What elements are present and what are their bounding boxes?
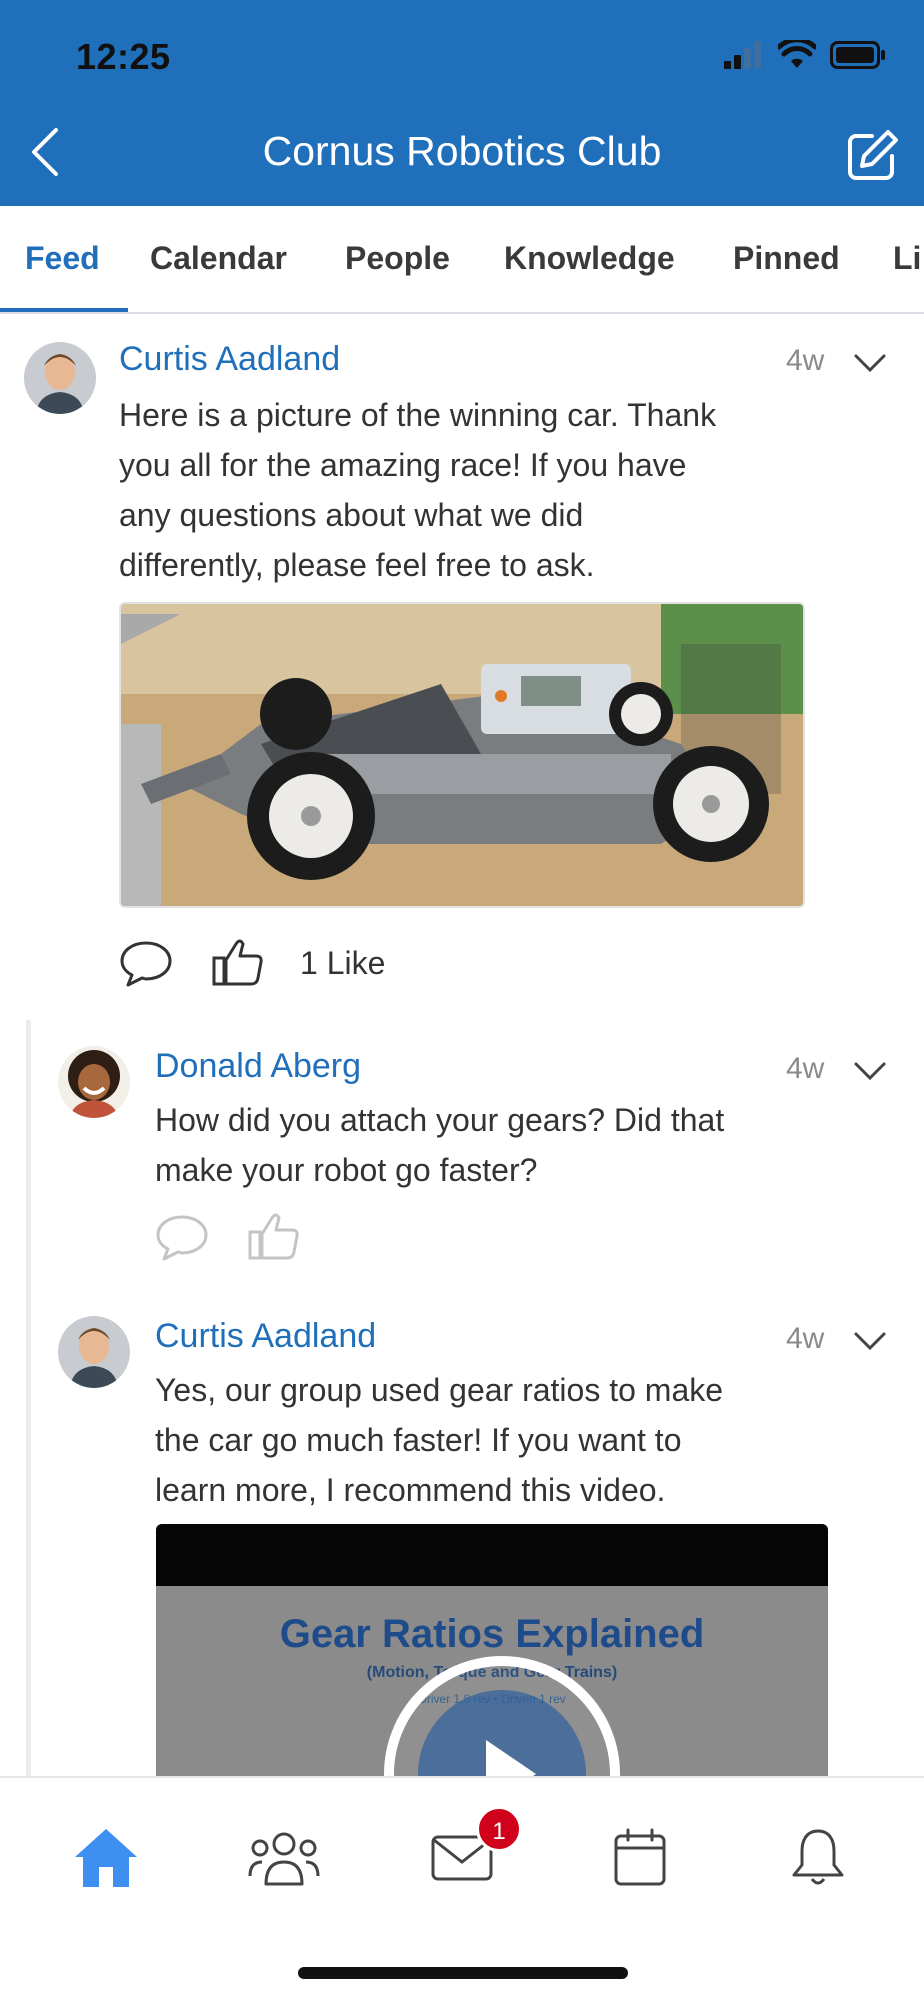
home-icon: [75, 1829, 137, 1887]
thread-line: [26, 1020, 31, 1776]
tab-li[interactable]: Li: [893, 240, 921, 277]
home-indicator: [298, 1967, 628, 1979]
reply-actions: [154, 1212, 302, 1262]
chevron-down-icon[interactable]: [852, 1330, 888, 1354]
reply-body: How did you attach your gears? Did that …: [155, 1102, 725, 1188]
reply-author[interactable]: Curtis Aadland: [155, 1317, 376, 1356]
signal-icon: [724, 41, 761, 69]
battery-icon: [830, 41, 885, 69]
tab-pinned[interactable]: Pinned: [733, 240, 840, 277]
avatar-curtis: [24, 342, 96, 414]
status-time: 12:25: [76, 36, 171, 77]
reply-time: 4w: [786, 1322, 825, 1355]
avatar-donald: [58, 1046, 130, 1118]
reply-time: 4w: [786, 1052, 825, 1085]
status-icons: [724, 40, 886, 70]
tab-bar: Feed Calendar People Knowledge Pinned Li: [0, 206, 924, 314]
compose-icon: [848, 130, 898, 180]
active-tab-indicator: [0, 308, 128, 312]
nav-people[interactable]: [244, 1818, 324, 1898]
chevron-down-icon[interactable]: [852, 352, 888, 376]
avatar[interactable]: [24, 342, 96, 414]
play-icon: [418, 1690, 586, 1776]
reply-author[interactable]: Donald Aberg: [155, 1047, 361, 1086]
page-title: Cornus Robotics Club: [262, 128, 662, 174]
people-icon: [248, 1832, 320, 1886]
nav-calendar[interactable]: [600, 1818, 680, 1898]
avatar-curtis: [58, 1316, 130, 1388]
wifi-icon: [778, 40, 816, 68]
avatar[interactable]: [58, 1046, 130, 1118]
avatar[interactable]: [58, 1316, 130, 1388]
like-icon[interactable]: [246, 1212, 302, 1262]
post-photo[interactable]: [119, 602, 805, 908]
tab-knowledge[interactable]: Knowledge: [504, 240, 675, 277]
post-time: 4w: [786, 344, 825, 377]
video-preview[interactable]: Gear Ratios Explained (Motion, Torque an…: [156, 1524, 828, 1776]
like-icon[interactable]: [210, 938, 266, 988]
bell-icon: [792, 1829, 844, 1885]
tab-calendar[interactable]: Calendar: [150, 240, 287, 277]
post-body: Here is a picture of the winning car. Th…: [119, 397, 717, 583]
post-actions: 1 Like: [118, 938, 385, 988]
robot-car-image: [121, 604, 803, 906]
comment-icon[interactable]: [154, 1213, 210, 1261]
video-header-bar: [156, 1524, 828, 1586]
tab-feed[interactable]: Feed: [25, 240, 100, 277]
feed[interactable]: Curtis Aadland 4w Here is a picture of t…: [0, 316, 924, 1776]
nav-notifications[interactable]: [778, 1818, 858, 1898]
post-author[interactable]: Curtis Aadland: [119, 340, 340, 379]
nav-home[interactable]: [66, 1818, 146, 1898]
like-count[interactable]: 1 Like: [300, 945, 385, 982]
play-button[interactable]: [384, 1656, 620, 1776]
comment-icon[interactable]: [118, 939, 174, 987]
inbox-badge: 1: [476, 1806, 522, 1852]
tab-people[interactable]: People: [345, 240, 450, 277]
app-header: 12:25 Cornus Robotics Club: [0, 0, 924, 206]
calendar-icon: [614, 1828, 666, 1886]
compose-button[interactable]: [842, 126, 902, 186]
video-title: Gear Ratios Explained: [279, 1612, 705, 1656]
chevron-down-icon[interactable]: [852, 1060, 888, 1084]
reply-body: Yes, our group used gear ratios to make …: [155, 1372, 724, 1508]
